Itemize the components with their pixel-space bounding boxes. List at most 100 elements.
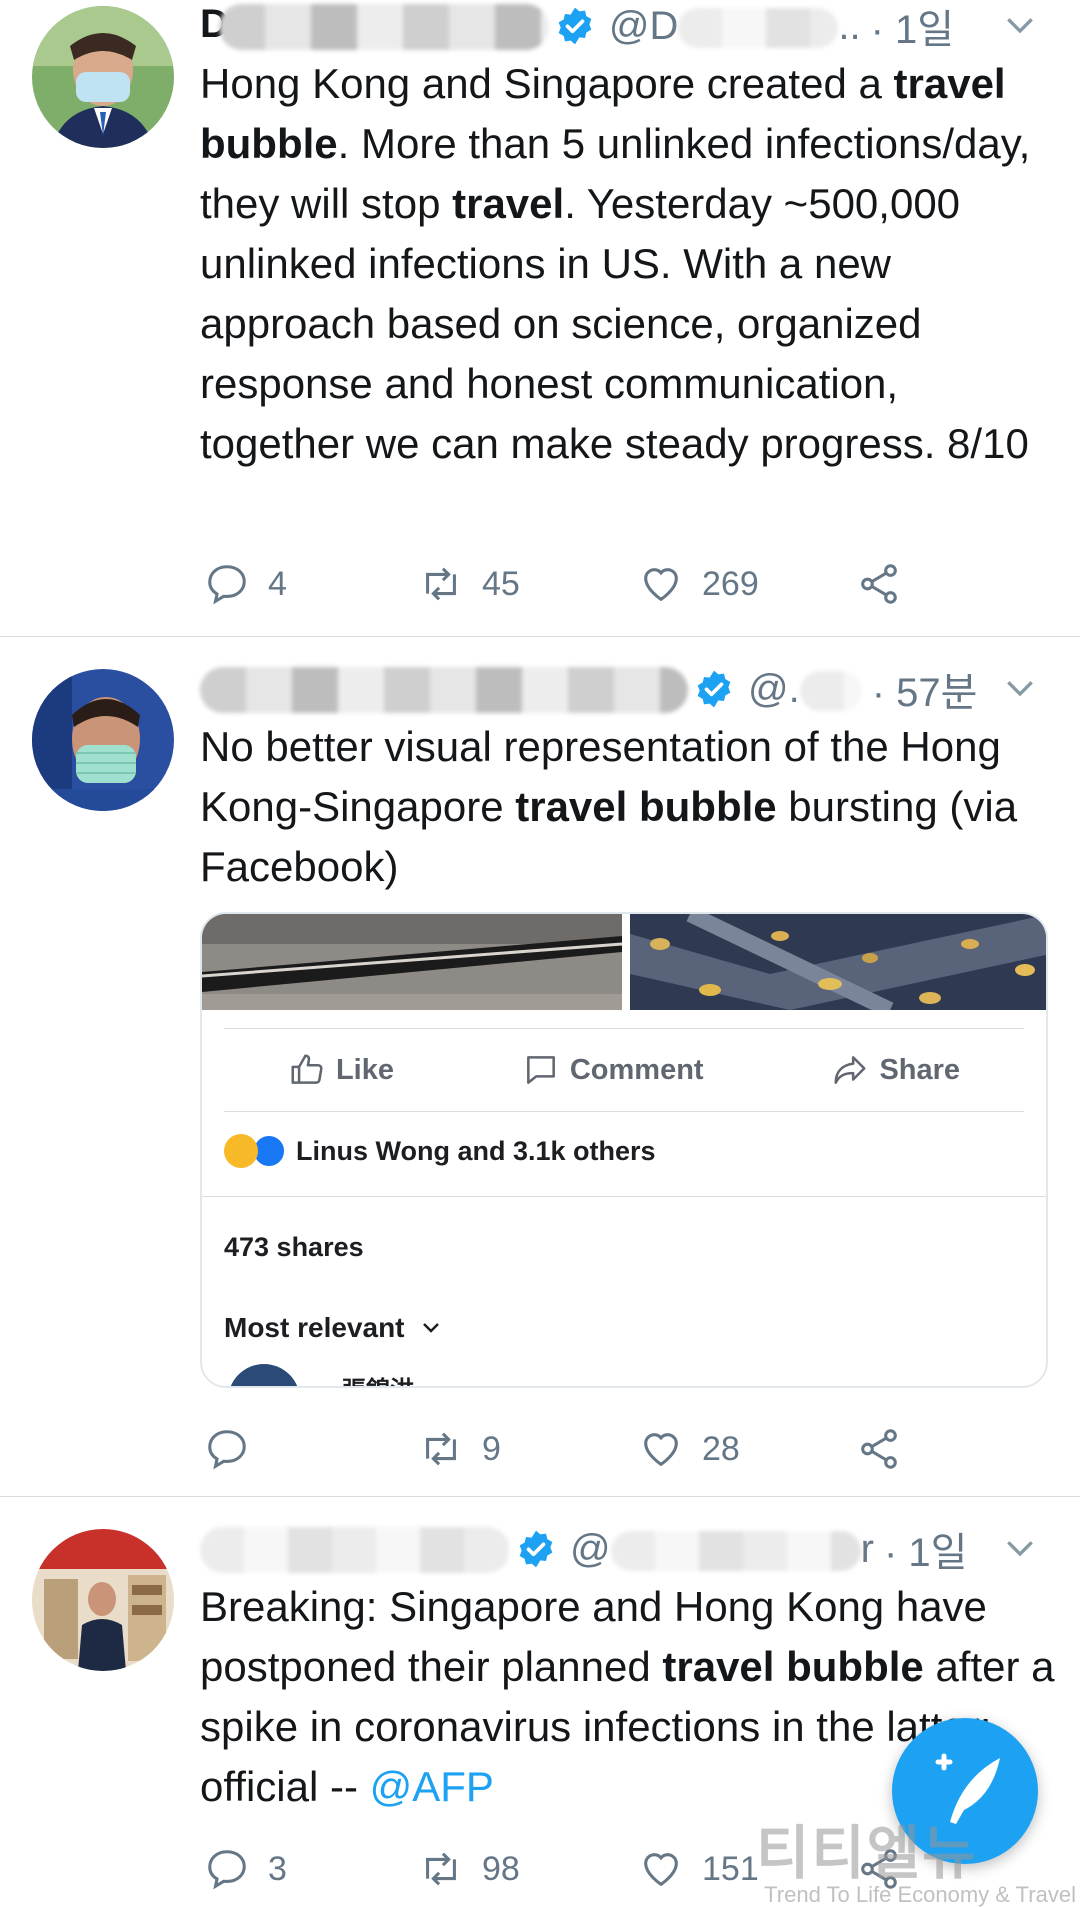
tweet-header: @ r · 1일 (200, 1519, 1040, 1579)
like-button[interactable]: 151 (638, 1839, 759, 1899)
fb-comment-button[interactable]: Comment (522, 1051, 704, 1089)
tweet-2[interactable]: @. · 57분 No better visual representation… (0, 637, 1080, 1495)
retweet-count: 98 (482, 1849, 520, 1888)
fb-share-label: Share (879, 1053, 961, 1086)
handle-suffix: r (860, 1526, 874, 1571)
handle-text: @D (608, 3, 679, 48)
chevron-down-icon (422, 1323, 439, 1333)
embedded-media-card[interactable]: Like Comment Share Linus Wong and 3.1k o… (200, 912, 1048, 1388)
reply-count: 3 (268, 1849, 287, 1888)
reply-button[interactable] (204, 1419, 268, 1479)
shares-count: 473 shares (224, 1232, 364, 1262)
compose-feather-icon (935, 1753, 1000, 1824)
reply-button[interactable]: 3 (204, 1839, 287, 1899)
tweet-header: D @D.. · 1일 (200, 0, 1040, 56)
redacted-handle (678, 7, 839, 48)
chevron-down-icon[interactable] (1000, 669, 1040, 709)
redacted-name (218, 3, 549, 50)
handle-text: @. (748, 666, 800, 711)
avatar[interactable] (32, 1529, 174, 1671)
facebook-action-bar: Like Comment Share (224, 1028, 1024, 1112)
tweet-text-bold: travel (452, 180, 565, 227)
share-button[interactable] (856, 1419, 920, 1479)
share-icon (861, 1429, 897, 1469)
chevron-down-icon[interactable] (1000, 6, 1040, 46)
comment-icon (526, 1056, 555, 1084)
redacted-name (200, 666, 688, 713)
reactions-text: Linus Wong and 3.1k others (296, 1135, 656, 1166)
reply-icon (208, 565, 246, 605)
like-button[interactable]: 269 (638, 554, 759, 614)
tweet-time[interactable]: · 57분 (872, 660, 978, 718)
like-count: 269 (702, 564, 759, 603)
retweet-count: 45 (482, 564, 520, 603)
display-name[interactable] (200, 665, 688, 713)
fb-share-button[interactable]: Share (831, 1051, 960, 1089)
heart-icon (644, 1433, 678, 1467)
sort-label: Most relevant (224, 1312, 405, 1343)
reply-icon (208, 1430, 246, 1470)
reply-button[interactable]: 4 (204, 554, 287, 614)
redacted-name (200, 1526, 510, 1573)
like-count: 151 (702, 1849, 759, 1888)
display-name[interactable]: D (200, 2, 549, 50)
commenter-name: 張錦洪 (342, 1370, 414, 1386)
compose-tweet-button[interactable] (892, 1718, 1038, 1864)
tweet-header: @. · 57분 (200, 659, 1040, 719)
thumbs-up-icon (291, 1054, 323, 1084)
mention-link[interactable]: @AFP (370, 1763, 494, 1810)
retweet-count: 9 (482, 1429, 501, 1468)
display-name[interactable] (200, 1525, 510, 1573)
tweet-time[interactable]: · 1일 (884, 1520, 967, 1578)
handle-text: @ (570, 1526, 611, 1571)
heart-icon (644, 568, 678, 602)
card-photo-right[interactable] (630, 914, 1048, 1010)
fb-comment-label: Comment (569, 1053, 704, 1086)
like-button[interactable]: 28 (638, 1419, 740, 1479)
verified-badge-icon (558, 7, 592, 45)
verified-badge-icon (519, 1530, 553, 1568)
tweet-actions: 3 98 151 (200, 1839, 940, 1899)
card-divider (202, 1196, 1046, 1197)
retweet-icon (426, 567, 456, 601)
reply-icon (208, 1850, 246, 1890)
tweet-actions: 9 28 (200, 1419, 940, 1479)
handle[interactable]: @D.. (609, 4, 861, 49)
handle[interactable]: @. (748, 667, 862, 712)
tweet-text-bold: travel bubble (515, 783, 777, 830)
avatar-photo (32, 1529, 174, 1671)
retweet-icon (426, 1432, 456, 1466)
tweet-1[interactable]: D @D.. · 1일 Hong Kong and Singapore crea… (0, 0, 1080, 636)
tweet-text-segment: Hong Kong and Singapore created a (200, 60, 894, 107)
fb-like-label: Like (335, 1053, 394, 1086)
share-button[interactable] (856, 554, 920, 614)
tweet-text: Hong Kong and Singapore created a travel… (200, 54, 1060, 474)
avatar[interactable] (32, 6, 174, 148)
avatar-photo (32, 669, 174, 811)
share-icon (861, 564, 897, 604)
tweet-text: No better visual representation of the H… (200, 717, 1060, 897)
heart-icon (644, 1853, 678, 1887)
commenter-avatar (228, 1364, 300, 1386)
retweet-button[interactable]: 98 (418, 1839, 520, 1899)
reactions-summary[interactable]: Linus Wong and 3.1k others (224, 1126, 656, 1176)
redacted-handle (610, 1530, 861, 1571)
avatar[interactable] (32, 669, 174, 811)
retweet-button[interactable]: 45 (418, 554, 520, 614)
retweet-icon (426, 1852, 456, 1886)
handle[interactable]: @ r (570, 1527, 874, 1572)
redacted-handle (799, 670, 862, 711)
retweet-button[interactable]: 9 (418, 1419, 501, 1479)
verified-badge-icon (697, 670, 731, 708)
like-count: 28 (702, 1429, 740, 1468)
tweet-text-bold: travel bubble (662, 1643, 924, 1690)
chevron-down-icon[interactable] (1000, 1529, 1040, 1569)
fb-like-button[interactable]: Like (288, 1051, 394, 1089)
tweet-time[interactable]: · 1일 (871, 0, 954, 55)
handle-suffix: .. (838, 3, 861, 48)
avatar-photo (32, 6, 174, 148)
reply-count: 4 (268, 564, 287, 603)
tweet-actions: 4 45 269 (200, 554, 940, 614)
sort-dropdown[interactable]: Most relevant (224, 1312, 443, 1344)
card-photo-left[interactable] (202, 914, 622, 1010)
